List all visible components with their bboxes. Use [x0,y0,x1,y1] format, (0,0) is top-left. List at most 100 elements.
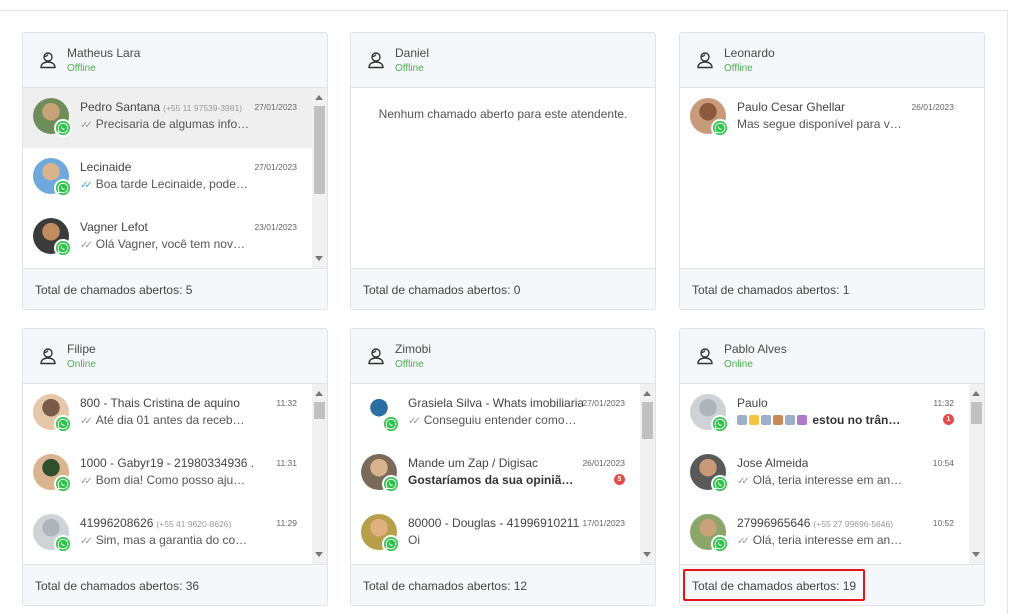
agent-card-header: Daniel Offline [351,33,655,88]
conversation-item[interactable]: 41996208626 (+55 41 9620-8626) 11:29 ✓✓ Sim,… [23,504,313,564]
message-preview-text: Bom dia! Como posso ajudar? [95,473,250,487]
message-preview: ✓✓Precisaria de algumas informações [80,117,250,131]
open-tickets-total: Total de chamados abertos: 5 [35,283,193,297]
scroll-up-arrow-icon[interactable] [972,391,980,396]
contact-name: 80000 - Douglas - 41996910211 [408,516,580,530]
person-icon [367,347,385,365]
conversation-item[interactable]: Mande um Zap / Digisac 26/01/2023 Gostaría… [351,444,641,504]
scrollbar-thumb[interactable] [642,402,653,439]
open-tickets-total: Total de chamados abertos: 19 [692,579,857,593]
contact-phone: (+55 27 99696-5646) [813,519,894,529]
agent-card: Leonardo Offline Paulo Cesar Ghellar 26/01/… [679,32,985,310]
unread-badge: 5 [614,474,625,485]
agent-card-header: Zimobi Offline [351,329,655,384]
conversation-item[interactable]: Vagner Lefot 23/01/2023 ✓✓ Olá Vagner, você… [23,208,313,268]
conversation-item[interactable]: 27996965646 (+55 27 99696-5646) 10:52 ✓✓ Olá… [680,504,970,564]
conversation-list: 800 - Thais Cristina de aquino 11:32 ✓✓ Até… [23,384,327,564]
message-date: 11:32 [276,398,297,408]
scroll-down-arrow-icon[interactable] [315,552,323,557]
unread-badge: 1 [943,414,954,425]
conversation-item[interactable]: 800 - Thais Cristina de aquino 11:32 ✓✓ Até… [23,384,313,444]
agent-name: Filipe [67,342,96,356]
conversation-list: Grasiela Silva - Whats imobiliaria 27/01/… [351,384,655,564]
scrollbar[interactable] [312,88,327,268]
agent-card-footer: Total de chamados abertos: 5 [23,268,327,309]
contact-name: 27996965646 (+55 27 99696-5646) [737,516,894,530]
scroll-up-arrow-icon[interactable] [315,95,323,100]
message-date: 27/01/2023 [254,162,297,172]
read-check-icon: ✓✓ [80,416,93,427]
message-date: 11:31 [276,458,297,468]
agent-card: Daniel Offline Nenhum chamado aberto para … [350,32,656,310]
message-preview: ✓✓Sim, mas a garantia do conserto [80,533,250,547]
conversation-list: Pedro Santana (+55 11 97539-3981) 27/01/20… [23,88,327,268]
contact-name: Jose Almeida [737,456,809,470]
whatsapp-icon [54,415,72,433]
agent-card-footer: Total de chamados abertos: 12 [351,564,655,605]
agent-status: Offline [395,63,424,74]
scroll-down-arrow-icon[interactable] [972,552,980,557]
agent-card: Filipe Online 800 - Thais Cristina de aqui… [22,328,328,606]
emoji-icons [737,413,809,427]
whatsapp-icon [54,239,72,257]
scrollbar-thumb[interactable] [314,402,325,419]
read-check-icon: ✓✓ [80,476,93,487]
empty-message: Nenhum chamado aberto para este atendent… [378,107,628,121]
message-date: 27/01/2023 [254,102,297,112]
whatsapp-icon [382,475,400,493]
whatsapp-icon [711,535,729,553]
message-preview-text: Olá, teria interesse em anunciar [752,533,907,547]
conversation-item[interactable]: Jose Almeida 10:54 ✓✓ Olá, teria interesse … [680,444,970,504]
message-preview: ✓✓Olá Vagner, você tem novas mensagens [80,237,250,251]
conversation-item[interactable]: 80000 - Douglas - 41996910211 17/01/2023 O… [351,504,641,564]
whatsapp-icon [382,415,400,433]
scrollbar[interactable] [640,384,655,564]
agent-name: Zimobi [395,342,432,356]
agent-status: Online [724,359,753,370]
person-icon [39,347,57,365]
conversation-list: Paulo Cesar Ghellar 26/01/2023 Mas segue d… [680,88,984,268]
whatsapp-icon [382,535,400,553]
read-check-icon: ✓✓ [408,416,421,427]
person-icon [696,51,714,69]
conversation-item[interactable]: Paulo 11:32 estou no trânsito 1 [680,384,970,444]
scroll-down-arrow-icon[interactable] [643,552,651,557]
message-preview-text: Boa tarde Lecinaide, poderia me ajudar [95,177,250,191]
message-preview-text: Oi [408,533,420,547]
conversation-list: Nenhum chamado aberto para este atendent… [351,88,655,268]
scroll-down-arrow-icon[interactable] [315,256,323,261]
agent-card-header: Filipe Online [23,329,327,384]
conversation-item[interactable]: Pedro Santana (+55 11 97539-3981) 27/01/20… [23,88,313,148]
conversation-item[interactable]: 1000 - Gabyr19 - 21980334936 ... 11:31 ✓✓ B… [23,444,313,504]
read-check-icon: ✓✓ [80,240,93,251]
contact-phone: (+55 11 97539-3981) [163,103,243,113]
message-preview: Oi [408,533,578,547]
conversation-item[interactable]: Paulo Cesar Ghellar 26/01/2023 Mas segue d… [680,88,970,148]
message-date: 27/01/2023 [582,398,625,408]
agent-name: Daniel [395,46,430,60]
scroll-up-arrow-icon[interactable] [315,391,323,396]
scrollbar[interactable] [312,384,327,564]
contact-name: 1000 - Gabyr19 - 21980334936 ... [80,456,255,470]
scrollbar-thumb[interactable] [971,402,982,424]
contact-name: Paulo Cesar Ghellar [737,100,846,114]
open-tickets-total: Total de chamados abertos: 12 [363,579,528,593]
conversation-item[interactable]: Lecinaide 27/01/2023 ✓✓ Boa tarde Lecinaide… [23,148,313,208]
whatsapp-icon [54,535,72,553]
scrollbar-thumb[interactable] [314,106,325,194]
scroll-up-arrow-icon[interactable] [643,391,651,396]
person-icon [39,51,57,69]
read-check-icon: ✓✓ [80,536,93,547]
agent-name: Matheus Lara [67,46,141,60]
agent-name: Leonardo [724,46,775,60]
read-check-icon: ✓✓ [80,180,93,191]
agent-card: Pablo Alves Online Paulo 11:32 estou no trâ… [679,328,985,606]
contact-name: Paulo [737,396,768,410]
contact-name: Mande um Zap / Digisac [408,456,539,470]
scrollbar[interactable] [969,384,984,564]
message-preview-text: Precisaria de algumas informações [95,117,250,131]
whatsapp-icon [54,119,72,137]
agent-name: Pablo Alves [724,342,787,356]
conversation-item[interactable]: Grasiela Silva - Whats imobiliaria 27/01/… [351,384,641,444]
message-preview: Mas segue disponível para venda [737,117,907,131]
